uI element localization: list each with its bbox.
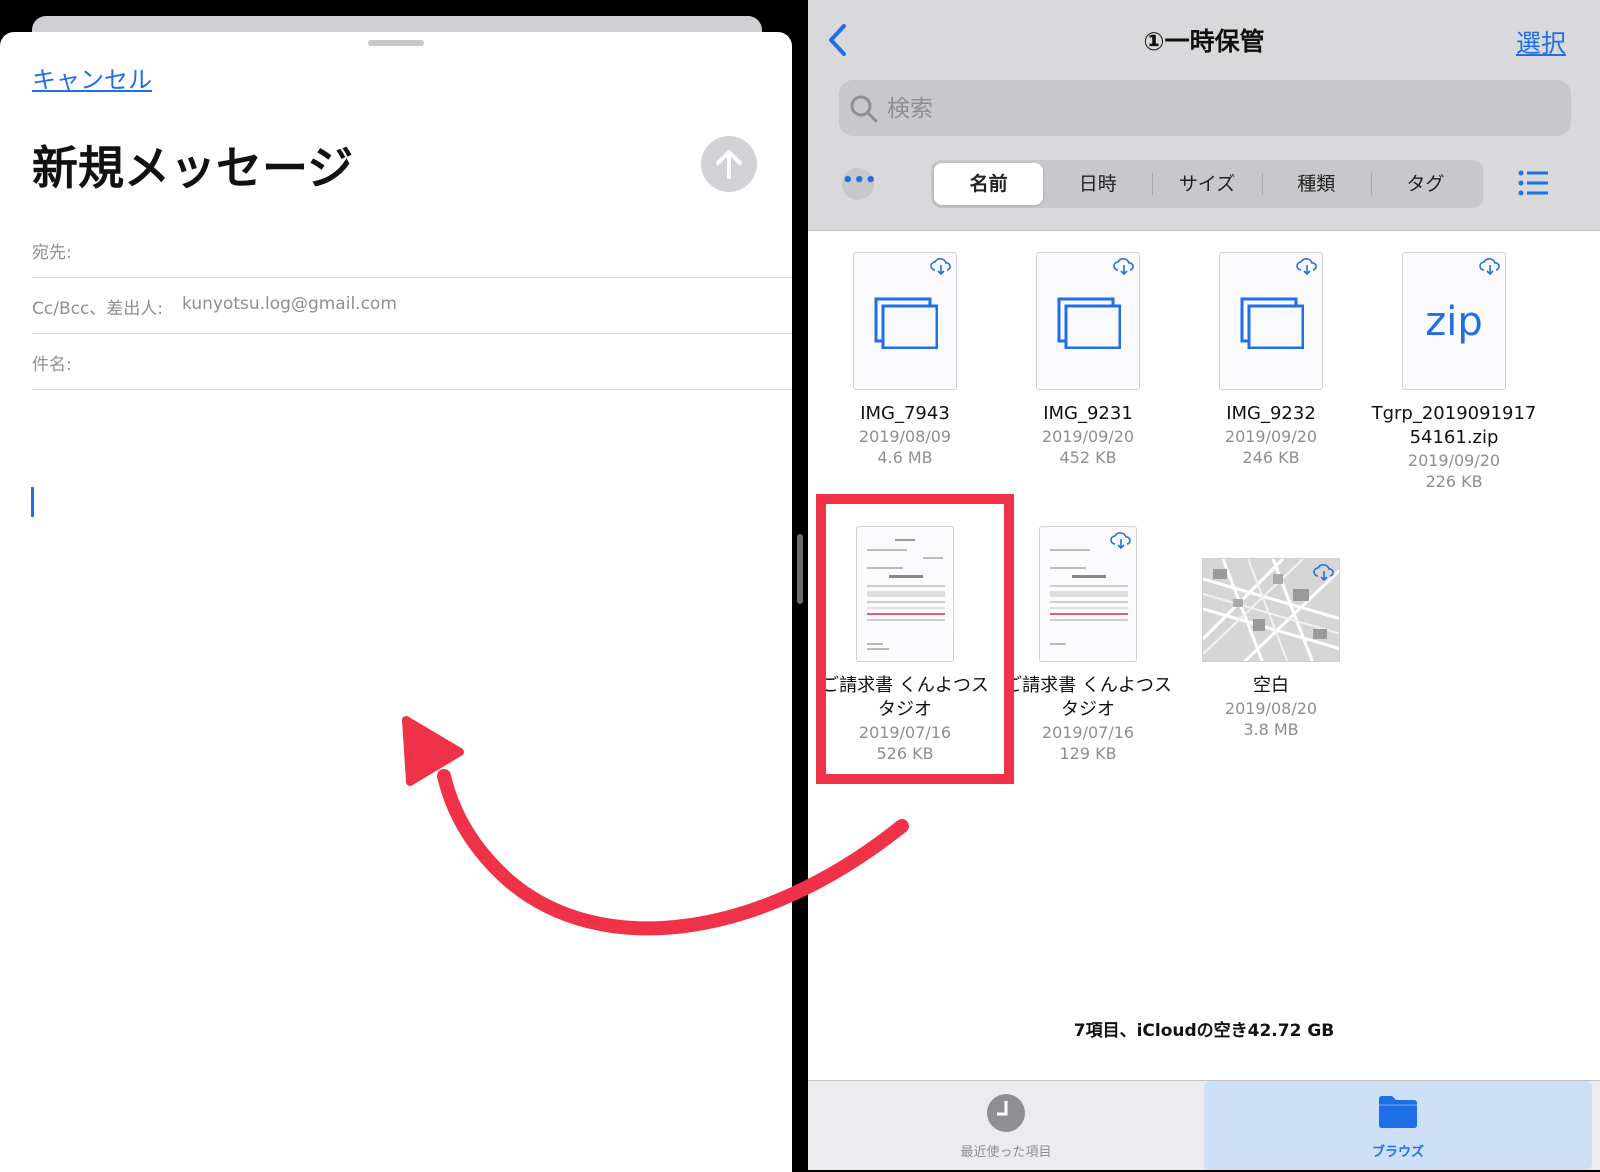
document-preview-icon — [867, 539, 945, 650]
list-view-button[interactable] — [1518, 170, 1548, 200]
clock-icon — [987, 1094, 1025, 1132]
zip-icon: zip — [1425, 299, 1483, 345]
tab-browse[interactable]: ブラウズ — [1204, 1081, 1592, 1170]
tab-sort-size[interactable]: サイズ — [1152, 163, 1261, 205]
tab-sort-kind[interactable]: 種類 — [1261, 163, 1371, 205]
file-name: IMG_7943 — [860, 403, 950, 424]
document-preview-icon — [1050, 549, 1128, 645]
cancel-button[interactable]: キャンセル — [32, 60, 152, 95]
file-item[interactable]: ご請求書 くんよつス タジオ 2019/07/16 526 KB — [815, 526, 995, 764]
file-name: ご請求書 くんよつス タジオ — [1004, 675, 1172, 720]
send-button[interactable] — [701, 136, 757, 192]
image-stack-icon — [1057, 297, 1121, 349]
cc-bcc-from-field[interactable]: Cc/Bcc、差出人: kunyotsu.log@gmail.com — [32, 278, 792, 334]
file-size: 226 KB — [1425, 472, 1483, 491]
document-thumbnail — [1039, 526, 1137, 662]
cloud-download-icon — [1479, 258, 1500, 275]
files-app: ①一時保管 選択 ••• 名前 日時 サイズ 種類 タグ — [808, 0, 1600, 1170]
file-name: 空白 — [1253, 675, 1289, 696]
file-item[interactable]: IMG_7943 2019/08/09 4.6 MB — [815, 252, 995, 468]
image-stack-icon — [874, 297, 938, 349]
file-item[interactable]: ご請求書 くんよつス タジオ 2019/07/16 129 KB — [998, 526, 1178, 764]
tab-recent[interactable]: 最近使った項目 — [808, 1081, 1204, 1170]
file-name: IMG_9231 — [1043, 403, 1133, 424]
text-caret[interactable] — [31, 487, 34, 517]
sort-segmented-control[interactable]: 名前 日時 サイズ 種類 タグ — [931, 160, 1483, 208]
file-date: 2019/08/09 — [858, 427, 952, 446]
file-date: 2019/09/20 — [1407, 451, 1501, 470]
file-thumbnail — [1219, 252, 1323, 390]
tab-sort-tags[interactable]: タグ — [1370, 163, 1480, 205]
file-date: 2019/09/20 — [1041, 427, 1135, 446]
search-input[interactable] — [885, 88, 1549, 130]
search-icon — [850, 95, 878, 123]
file-size: 129 KB — [1059, 744, 1117, 763]
cloud-download-icon — [1113, 258, 1134, 275]
tab-sort-date[interactable]: 日時 — [1043, 163, 1152, 205]
split-view-handle[interactable] — [797, 534, 803, 604]
to-label: 宛先: — [32, 243, 72, 263]
to-field[interactable]: 宛先: — [32, 222, 792, 278]
subject-field[interactable]: 件名: — [32, 334, 792, 390]
file-date: 2019/08/20 — [1224, 699, 1318, 718]
file-size: 4.6 MB — [877, 448, 933, 467]
file-item[interactable]: IMG_9232 2019/09/20 246 KB — [1181, 252, 1361, 468]
document-thumbnail — [856, 526, 954, 662]
cloud-download-icon — [1296, 258, 1317, 275]
mail-compose-sheet: キャンセル 新規メッセージ 宛先: Cc/Bcc、差出人: kunyotsu.l… — [0, 32, 792, 1172]
file-size: 246 KB — [1242, 448, 1300, 467]
cloud-download-icon — [1110, 532, 1131, 549]
folder-title: ①一時保管 — [1143, 27, 1265, 56]
file-date: 2019/09/20 — [1224, 427, 1318, 446]
file-thumbnail — [1036, 252, 1140, 390]
arrow-up-icon — [716, 150, 742, 179]
from-value: kunyotsu.log@gmail.com — [182, 294, 397, 314]
map-thumbnail — [1202, 558, 1340, 662]
page-title: 新規メッセージ — [32, 141, 354, 195]
storage-status: 7項目、iCloudの空き42.72 GB — [1073, 1021, 1335, 1041]
file-item[interactable]: IMG_9231 2019/09/20 452 KB — [998, 252, 1178, 468]
file-item[interactable]: 空白 2019/08/20 3.8 MB — [1181, 526, 1361, 740]
cloud-download-icon — [1313, 564, 1334, 581]
search-bar[interactable] — [839, 80, 1571, 136]
file-name: Tgrp_2019091917 54161.zip — [1371, 403, 1537, 448]
files-header: ①一時保管 選択 ••• 名前 日時 サイズ 種類 タグ — [808, 0, 1600, 231]
select-button[interactable]: 選択 — [1516, 24, 1566, 60]
file-name: IMG_9232 — [1226, 403, 1316, 424]
image-stack-icon — [1240, 297, 1304, 349]
tab-bar: 最近使った項目 ブラウズ — [808, 1080, 1600, 1170]
file-size: 3.8 MB — [1243, 720, 1299, 739]
file-thumbnail — [853, 252, 957, 390]
subject-label: 件名: — [32, 355, 72, 375]
cc-bcc-label: Cc/Bcc、差出人: — [32, 299, 164, 319]
cloud-download-icon — [930, 258, 951, 275]
list-icon — [1518, 170, 1548, 196]
file-thumbnail: zip — [1402, 252, 1506, 390]
sheet-grabber[interactable] — [368, 40, 424, 46]
file-name: ご請求書 くんよつス タジオ — [821, 675, 989, 720]
tab-sort-name[interactable]: 名前 — [934, 163, 1044, 205]
file-date: 2019/07/16 — [858, 723, 952, 742]
file-date: 2019/07/16 — [1041, 723, 1135, 742]
more-options-button[interactable]: ••• — [842, 168, 877, 200]
tab-recent-label: 最近使った項目 — [960, 1145, 1052, 1160]
tab-browse-label: ブラウズ — [1371, 1145, 1424, 1160]
file-size: 452 KB — [1059, 448, 1117, 467]
file-item[interactable]: zip Tgrp_2019091917 54161.zip 2019/09/20… — [1364, 252, 1544, 492]
folder-icon — [1379, 1096, 1417, 1128]
file-size: 526 KB — [876, 744, 934, 763]
